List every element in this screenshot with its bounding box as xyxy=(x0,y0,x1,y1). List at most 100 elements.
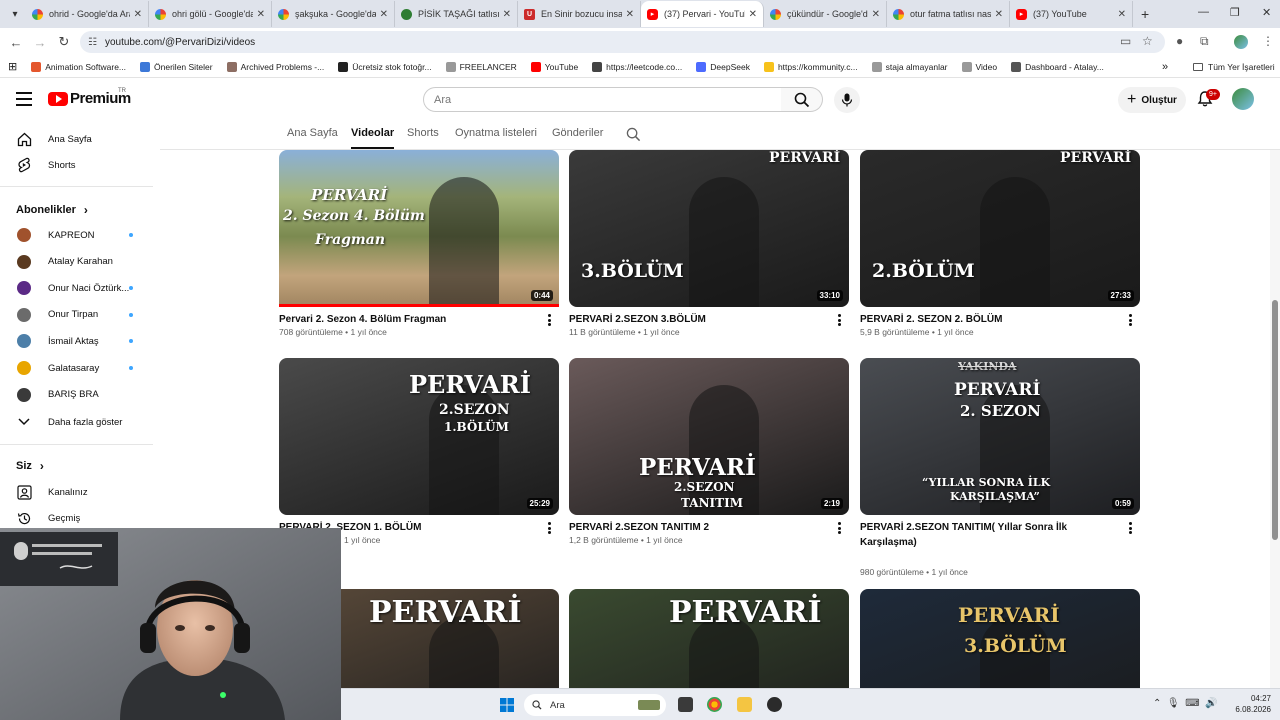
sidebar-subscription-item[interactable]: İsmail Aktaş xyxy=(0,328,160,354)
app-icon[interactable] xyxy=(767,697,782,712)
tab-videos[interactable]: Videolar xyxy=(351,127,395,149)
chrome-icon[interactable] xyxy=(707,697,722,712)
more-options-icon[interactable] xyxy=(838,314,842,326)
tab-playlists[interactable]: Oynatma listeleri xyxy=(455,127,537,139)
browser-tab[interactable]: çükündür - Google'da Ara ✕ xyxy=(764,1,887,27)
taskbar-search[interactable]: Ara xyxy=(524,694,666,716)
video-title[interactable]: PERVARİ 2. SEZON 2. BÖLÜM xyxy=(860,312,1115,327)
bookmark-item[interactable]: YouTube xyxy=(530,61,578,72)
page-scrollbar[interactable] xyxy=(1270,150,1280,688)
video-card[interactable]: YAKINDA PERVARİ 2. SEZON “YILLAR SONRA İLK K… xyxy=(860,358,1140,577)
maximize-icon[interactable]: ❐ xyxy=(1230,6,1240,19)
profile-avatar-icon[interactable] xyxy=(1234,35,1248,49)
scrollbar-thumb[interactable] xyxy=(1272,300,1278,540)
sidebar-item-home[interactable]: Ana Sayfa xyxy=(0,126,160,152)
video-title[interactable]: Pervari 2. Sezon 4. Bölüm Fragman xyxy=(279,312,534,327)
video-title[interactable]: PERVARİ 2.SEZON TANITIM( Yıllar Sonra İl… xyxy=(860,520,1115,550)
you-header[interactable]: Siz › xyxy=(16,459,44,473)
cast-icon[interactable]: ▭ xyxy=(1120,34,1131,48)
windows-start-icon[interactable] xyxy=(500,698,514,712)
tab-search-icon[interactable]: ▾ xyxy=(4,3,26,25)
search-button[interactable] xyxy=(781,87,823,112)
video-thumbnail[interactable]: PERVARİ 2.SEZON TANITIM 2:19 xyxy=(569,358,849,515)
extensions-puzzle-icon[interactable]: ⧉ xyxy=(1200,34,1209,49)
extension-icon[interactable]: ● xyxy=(1176,34,1183,48)
close-tab-icon[interactable]: ✕ xyxy=(257,9,265,20)
video-title[interactable]: PERVARİ 2.SEZON 3.BÖLÜM xyxy=(569,312,824,327)
close-tab-icon[interactable]: ✕ xyxy=(503,9,511,20)
all-bookmarks-folder[interactable]: Tüm Yer İşaretleri xyxy=(1193,62,1275,72)
video-card[interactable]: PERVARİ 2. Sezon 4. Bölüm Fragman 0:44 Perva… xyxy=(279,150,559,337)
close-tab-icon[interactable]: ✕ xyxy=(626,9,634,20)
sidebar-item-your-channel[interactable]: Kanalınız xyxy=(0,479,160,505)
search-input[interactable]: Ara xyxy=(423,87,782,112)
tab-shorts[interactable]: Shorts xyxy=(407,127,439,139)
browser-tab[interactable]: ▸ (37) YouTube ✕ xyxy=(1010,1,1133,27)
bookmark-star-icon[interactable]: ☆ xyxy=(1142,34,1153,48)
youtube-logo-icon[interactable] xyxy=(48,92,68,106)
more-options-icon[interactable] xyxy=(1129,314,1133,326)
new-tab-icon[interactable]: + xyxy=(1141,6,1149,22)
bookmarks-overflow-icon[interactable]: » xyxy=(1162,61,1168,73)
tab-home[interactable]: Ana Sayfa xyxy=(287,127,338,139)
bookmark-item[interactable]: FREELANCER xyxy=(445,61,517,72)
bookmark-item[interactable]: Video xyxy=(961,61,997,72)
minimize-icon[interactable]: — xyxy=(1198,6,1209,18)
browser-tab[interactable]: ▸ (37) Pervari - YouTube ✕ xyxy=(641,1,764,27)
sidebar-subscription-item[interactable]: Onur Tirpan xyxy=(0,302,160,328)
video-card[interactable]: PERVARİ 2.SEZON TANITIM 2:19 PERVARİ 2.SEZON… xyxy=(569,358,849,545)
more-options-icon[interactable] xyxy=(548,314,552,326)
channel-search-icon[interactable] xyxy=(626,127,641,142)
close-tab-icon[interactable]: ✕ xyxy=(749,9,757,20)
close-tab-icon[interactable]: ✕ xyxy=(134,9,142,20)
bookmark-item[interactable]: DeepSeek xyxy=(696,61,750,72)
close-tab-icon[interactable]: ✕ xyxy=(995,9,1003,20)
bookmark-item[interactable]: staja almayanlar xyxy=(871,61,948,72)
browser-tab[interactable]: U En Sinir bozucu insanlar ✕ xyxy=(518,1,641,27)
reload-icon[interactable]: ↻ xyxy=(52,34,76,50)
browser-tab[interactable]: otur fatma tatlısı nasıl ✕ xyxy=(887,1,1010,27)
more-options-icon[interactable] xyxy=(548,522,552,534)
video-thumbnail[interactable]: 2.BÖLÜM PERVARİ 27:33 xyxy=(860,150,1140,307)
sidebar-subscription-item[interactable]: Onur Naci Öztürk... xyxy=(0,275,160,301)
browser-tab[interactable]: PİSİK TAŞAĞI tatlısının tarifi ✕ xyxy=(395,1,518,27)
subscriptions-header[interactable]: Abonelikler › xyxy=(16,203,88,217)
video-card[interactable]: PERVARİ xyxy=(569,589,849,688)
browser-menu-icon[interactable]: ⋮ xyxy=(1262,34,1274,48)
bookmark-item[interactable]: Ücretsiz stok fotoğr... xyxy=(338,61,432,72)
video-thumbnail[interactable]: 3.BÖLÜM PERVARİ 33:10 xyxy=(569,150,849,307)
sidebar-subscription-item[interactable]: Galatasaray xyxy=(0,355,160,381)
system-tray[interactable]: ⌃ 🎙 ⌨ 🔊 xyxy=(1153,698,1218,709)
sidebar-subscription-item[interactable]: BARIŞ BRA xyxy=(0,382,160,408)
close-window-icon[interactable]: ✕ xyxy=(1262,6,1271,19)
menu-icon[interactable] xyxy=(16,92,32,106)
video-thumbnail[interactable]: PERVARİ xyxy=(569,589,849,688)
taskbar-clock[interactable]: 04:27 6.08.2026 xyxy=(1223,693,1271,715)
video-card[interactable]: PERVARİ 2.SEZON 1.BÖLÜM 25:29 PERVARİ 2. SEZ… xyxy=(279,358,559,545)
close-tab-icon[interactable]: ✕ xyxy=(380,9,388,20)
sidebar-item-shorts[interactable]: Shorts xyxy=(0,152,160,178)
voice-search-button[interactable] xyxy=(834,87,860,113)
file-explorer-icon[interactable] xyxy=(737,697,752,712)
video-thumbnail[interactable]: PERVARİ 2.SEZON 1.BÖLÜM 25:29 xyxy=(279,358,559,515)
sidebar-subscription-item[interactable]: Atalay Karahan xyxy=(0,249,160,275)
task-view-icon[interactable] xyxy=(678,697,693,712)
bookmark-item[interactable]: https://kommunity.c... xyxy=(763,61,858,72)
site-info-icon[interactable]: ☷ xyxy=(88,37,97,48)
apps-grid-icon[interactable]: ⊞ xyxy=(8,60,17,73)
bookmark-item[interactable]: Animation Software... xyxy=(31,61,126,72)
bookmark-item[interactable]: Önerilen Siteler xyxy=(140,61,213,72)
show-more-button[interactable]: Daha fazla göster xyxy=(0,409,160,435)
tab-posts[interactable]: Gönderiler xyxy=(552,127,603,139)
close-tab-icon[interactable]: ✕ xyxy=(1118,9,1126,20)
browser-tab[interactable]: şakşuka - Google'da Ara ✕ xyxy=(272,1,395,27)
video-thumbnail[interactable]: PERVARİ 2. Sezon 4. Bölüm Fragman 0:44 xyxy=(279,150,559,307)
browser-tab[interactable]: ohrid - Google'da Ara ✕ xyxy=(26,1,149,27)
video-thumbnail[interactable]: YAKINDA PERVARİ 2. SEZON “YILLAR SONRA İLK K… xyxy=(860,358,1140,515)
address-bar[interactable]: ☷ youtube.com/@PervariDizi/videos xyxy=(80,31,1165,53)
back-icon[interactable]: ← xyxy=(4,35,28,50)
more-options-icon[interactable] xyxy=(1129,522,1133,534)
video-card[interactable]: 3.BÖLÜM PERVARİ 33:10 PERVARİ 2.SEZON 3.BÖL… xyxy=(569,150,849,337)
browser-tab[interactable]: ohri gölü - Google'da Ara ✕ xyxy=(149,1,272,27)
close-tab-icon[interactable]: ✕ xyxy=(872,9,880,20)
